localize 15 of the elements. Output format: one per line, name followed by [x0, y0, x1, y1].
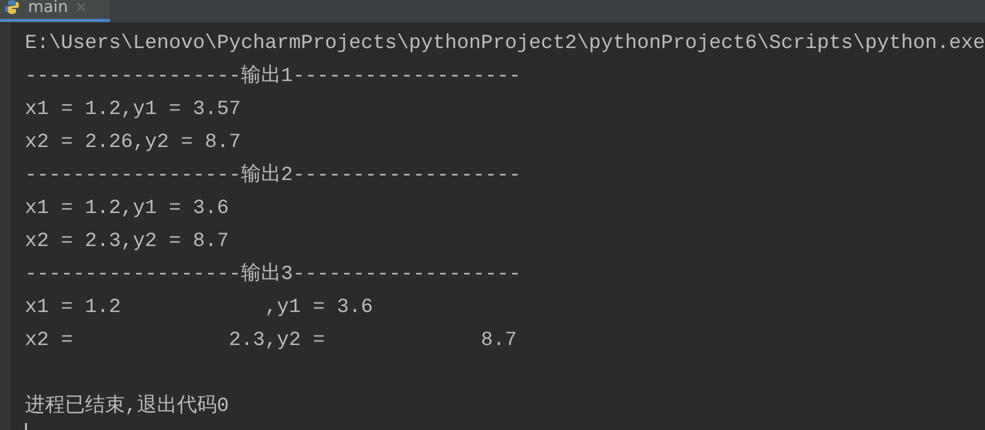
console-line: x1 = 1.2,y1 = 3.57: [24, 97, 242, 123]
editor-tab[interactable]: main: [0, 0, 110, 22]
python-icon: [4, 0, 20, 14]
console-line: ------------------输出1-------------------: [24, 64, 522, 90]
console-line: ------------------输出3-------------------: [24, 262, 522, 288]
console-line: x2 = 2.3,y2 = 8.7: [24, 328, 518, 354]
text-cursor: [24, 423, 27, 430]
console-line: x2 = 2.26,y2 = 8.7: [24, 130, 242, 156]
console-line: ------------------输出2-------------------: [24, 162, 522, 189]
console-line: x1 = 1.2 ,y1 = 3.6: [24, 295, 374, 321]
console-line: E:\Users\Lenovo\PycharmProjects\pythonProject2\pythonProject6\Scripts\python.exe: [24, 31, 985, 57]
exit-message: 进程已结束,退出代码0: [24, 394, 230, 420]
close-icon[interactable]: [76, 2, 86, 12]
console-line: x2 = 2.3,y2 = 8.7: [24, 229, 230, 255]
console-line: x1 = 1.2,y1 = 3.6: [24, 196, 230, 222]
